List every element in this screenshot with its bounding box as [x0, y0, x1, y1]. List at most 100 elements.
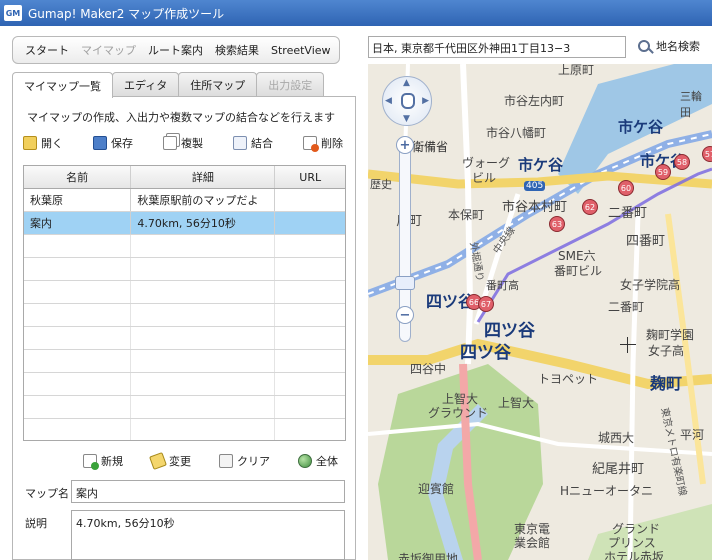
map-name-label: マップ名 [25, 487, 69, 500]
table-row-empty [24, 350, 345, 373]
map-label: Hニューオータニ [560, 484, 654, 498]
save-icon [93, 136, 107, 150]
map-name-input[interactable]: 案内 [71, 480, 345, 503]
column-header-name[interactable]: 名前 [24, 166, 132, 188]
cell-name: 案内 [24, 212, 132, 234]
nav-tab-start[interactable]: スタート [19, 42, 75, 58]
cell-detail: 4.70km, 56分10秒 [131, 212, 276, 234]
fit-all-label: 全体 [316, 455, 338, 468]
map-label: ホテル赤坂 [604, 550, 665, 560]
map-label: 上智大 [498, 396, 535, 410]
route-marker[interactable]: 63 [549, 216, 565, 232]
map-label: 赤坂御用地 [398, 552, 459, 560]
station-label: 麹町 [650, 374, 683, 393]
route-marker[interactable]: 59 [655, 164, 671, 180]
map-label: 二番町 [608, 300, 645, 314]
place-search-button[interactable]: 地名検索 [638, 38, 700, 54]
map-label: 本保町 [448, 208, 485, 222]
delete-icon [303, 136, 319, 152]
route-marker[interactable]: 60 [618, 180, 634, 196]
route-marker[interactable]: 62 [582, 199, 598, 215]
change-label: 変更 [169, 455, 191, 468]
map-label: 番町ビル [554, 264, 603, 278]
table-row-selected[interactable]: 案内 4.70km, 56分10秒 [24, 212, 345, 235]
clear-button[interactable]: クリア [219, 453, 270, 469]
map-label: 二番町 [608, 206, 648, 221]
open-button[interactable]: 開く [23, 135, 63, 151]
mymap-panel: マイマップの作成、入出力や複数マップの結合などを行えます 開く 保存 複製 結合… [12, 96, 356, 560]
globe-icon [298, 454, 312, 468]
new-label: 新規 [101, 455, 123, 468]
pan-left-icon[interactable]: ◀ [385, 96, 392, 106]
table-row-empty [24, 419, 345, 440]
route-marker[interactable]: 67 [478, 296, 494, 312]
description-textarea[interactable]: 4.70km, 56分10秒 [71, 510, 345, 560]
title-bar: GM Gumap! Maker2 マップ作成ツール [0, 0, 712, 26]
station-label: 市ケ谷 [518, 156, 564, 174]
map-label: 三輪田 [680, 90, 702, 119]
map-view[interactable]: 上原町 市谷左内町 三輪田 市谷八幡町 市ケ谷 市ケ谷 市ケ谷 衛備省 ヴォーグ… [368, 64, 712, 560]
crosshair-icon [620, 344, 636, 345]
cell-name: 秋葉原 [24, 189, 132, 211]
zoom-in-button[interactable]: + [396, 136, 414, 154]
change-button[interactable]: 変更 [149, 452, 191, 470]
description-label: 説明 [25, 517, 47, 530]
map-toolbar: 新規 変更 クリア 全体 [83, 452, 338, 470]
new-button[interactable]: 新規 [83, 453, 123, 470]
mymap-table: 名前 詳細 URL 秋葉原 秋葉原駅前のマップだよ 案内 4.70km, 56分… [23, 165, 346, 441]
top-nav: スタート マイマップ ルート案内 検索結果 StreetView [12, 36, 340, 64]
nav-tab-streetview[interactable]: StreetView [265, 44, 337, 57]
route-marker[interactable]: 57 [702, 146, 712, 162]
pan-right-icon[interactable]: ▶ [422, 96, 429, 106]
map-label: グラウンド [428, 406, 489, 420]
tab-output-settings: 出力設定 [256, 72, 325, 97]
pan-down-icon[interactable]: ▼ [403, 114, 410, 124]
merge-button[interactable]: 結合 [233, 135, 273, 151]
delete-button[interactable]: 削除 [303, 135, 343, 152]
route-marker[interactable]: 58 [674, 154, 690, 170]
map-label: 迎賓館 [418, 482, 455, 496]
map-label: ビル [472, 171, 497, 185]
table-row-empty [24, 304, 345, 327]
clear-icon [219, 454, 233, 468]
table-row-empty [24, 327, 345, 350]
zoom-slider-handle[interactable] [395, 276, 415, 290]
table-row-empty [24, 235, 345, 258]
nav-tab-search-results[interactable]: 検索結果 [209, 42, 265, 58]
route-shield: 405 [524, 181, 546, 191]
merge-label: 結合 [251, 137, 273, 150]
nav-tab-route[interactable]: ルート案内 [142, 42, 209, 58]
map-label: 市谷左内町 [504, 94, 565, 108]
nav-tab-mymap: マイマップ [81, 44, 136, 57]
fit-all-button[interactable]: 全体 [298, 453, 338, 469]
map-label: 市谷本村町 [502, 200, 568, 215]
tab-address-map[interactable]: 住所マップ [178, 72, 258, 97]
left-panel: マイマップ一覧 エディタ 住所マップ 出力設定 マイマップの作成、入出力や複数マ… [12, 72, 356, 560]
station-label: 市ケ谷 [618, 118, 664, 136]
save-button[interactable]: 保存 [93, 135, 133, 151]
address-search-input[interactable]: 日本, 東京都千代田区外神田1丁目13−3 [368, 36, 626, 58]
zoom-out-button[interactable]: − [396, 306, 414, 324]
app-logo: GM [4, 5, 22, 21]
pan-control[interactable]: ▲ ▼ ◀ ▶ [382, 76, 432, 126]
map-label: 平河 [680, 428, 705, 442]
map-label: トヨペット [538, 372, 599, 386]
tab-editor[interactable]: エディタ [112, 72, 180, 97]
pan-up-icon[interactable]: ▲ [403, 78, 410, 88]
tab-mymap-list[interactable]: マイマップ一覧 [12, 72, 113, 98]
cell-url [275, 189, 345, 211]
place-search-label: 地名検索 [656, 40, 700, 53]
table-row[interactable]: 秋葉原 秋葉原駅前のマップだよ [24, 189, 345, 212]
save-label: 保存 [111, 137, 133, 150]
search-icon [638, 40, 650, 52]
duplicate-button[interactable]: 複製 [163, 135, 203, 151]
map-label: 女子高 [648, 344, 685, 358]
column-header-detail[interactable]: 詳細 [131, 166, 276, 188]
table-row-empty [24, 281, 345, 304]
column-header-url[interactable]: URL [275, 166, 345, 188]
clear-label: クリア [237, 455, 270, 468]
map-label: 市谷八幡町 [486, 126, 547, 140]
map-label: 上原町 [558, 64, 595, 77]
app-title: Gumap! Maker2 マップ作成ツール [28, 6, 225, 21]
panel-tabs: マイマップ一覧 エディタ 住所マップ 出力設定 [12, 72, 356, 98]
